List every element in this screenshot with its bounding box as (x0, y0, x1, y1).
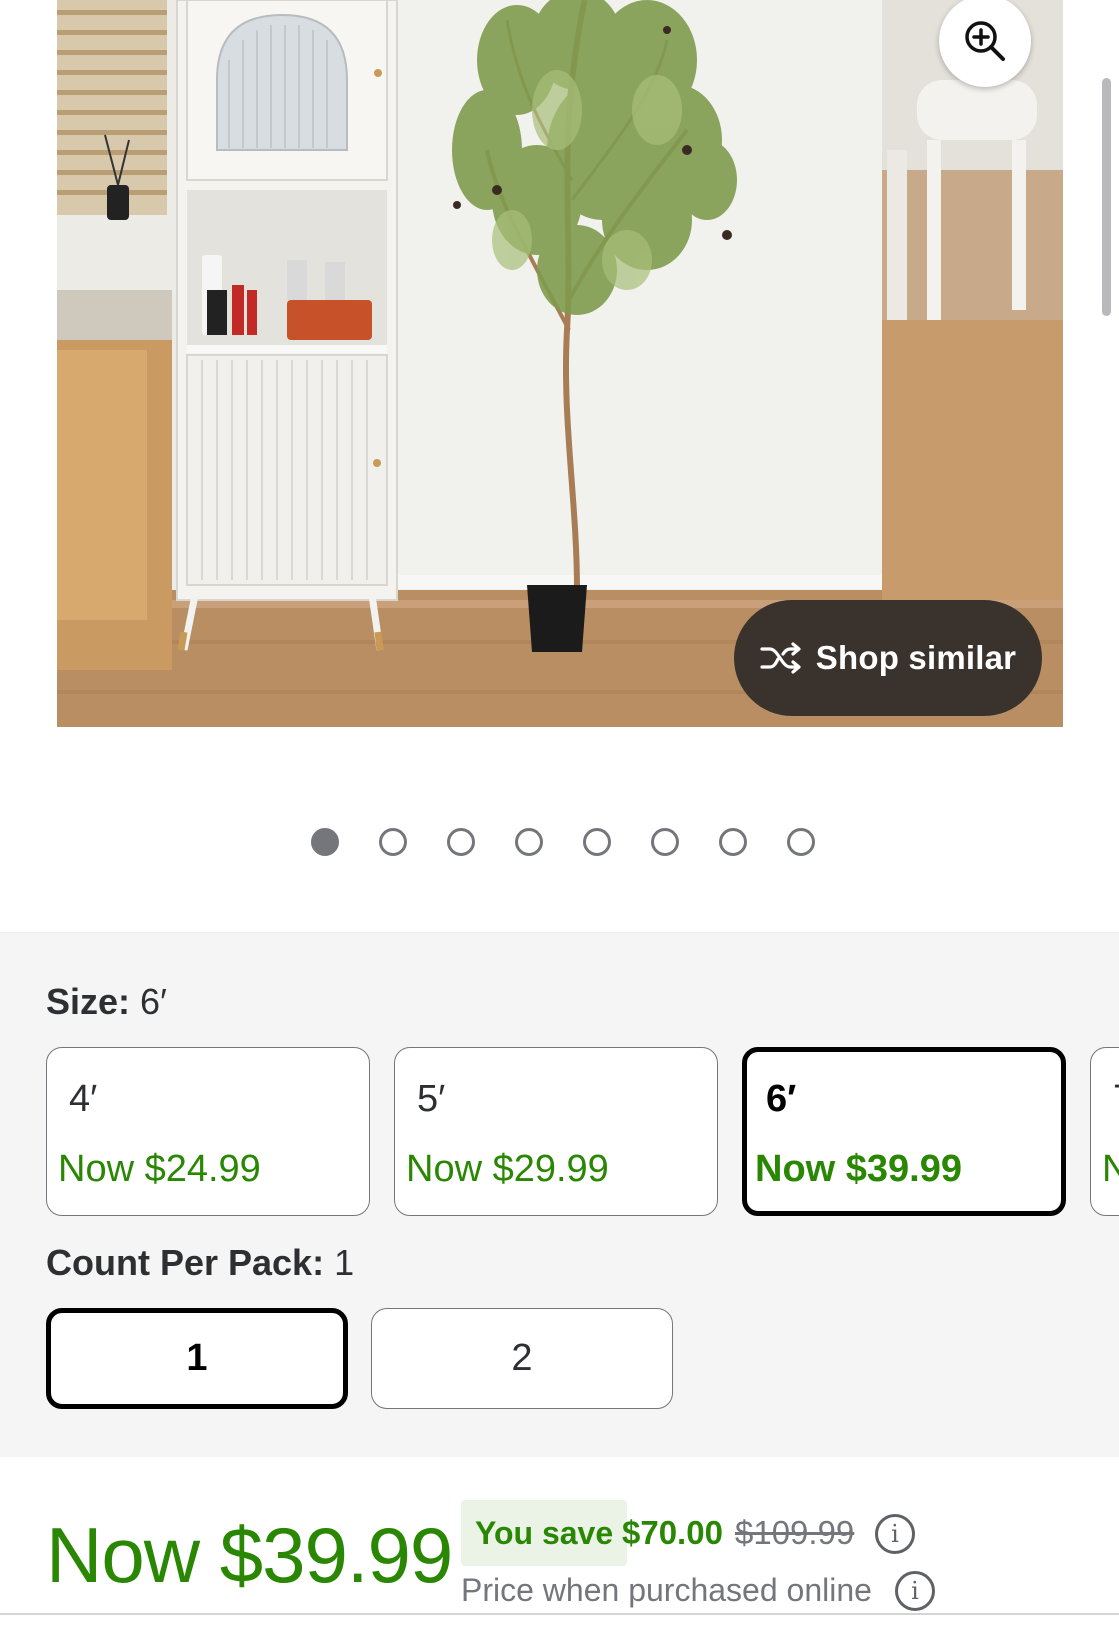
info-icon[interactable]: i (875, 1514, 915, 1554)
size-label: Size: (46, 981, 131, 1022)
size-option-7ft[interactable]: 7 N (1090, 1047, 1119, 1216)
count-per-pack-selected-value: 1 (334, 1242, 355, 1283)
image-carousel-dots (0, 828, 1119, 856)
size-option-size: 4′ (69, 1078, 98, 1120)
count-option-2[interactable]: 2 (371, 1308, 673, 1409)
zoom-in-icon (965, 21, 1005, 61)
carousel-dot-4[interactable] (515, 828, 543, 856)
size-option-size: 7 (1113, 1078, 1119, 1121)
count-option-1[interactable]: 1 (46, 1308, 348, 1409)
page-scrollbar[interactable] (1102, 78, 1111, 316)
carousel-dot-5[interactable] (583, 828, 611, 856)
shop-similar-label: Shop similar (815, 639, 1017, 676)
product-image[interactable]: Shop similar (57, 0, 1063, 727)
size-option-size: 5′ (417, 1078, 446, 1120)
carousel-dot-8[interactable] (787, 828, 815, 856)
save-amount: $70.00 (622, 1514, 723, 1551)
count-per-pack-heading: Count Per Pack: 1 (46, 1242, 354, 1284)
divider (0, 1613, 1119, 1615)
size-option-5ft[interactable]: 5′ Now $29.99 (394, 1047, 718, 1216)
shuffle-icon (760, 642, 801, 674)
was-price: $109.99 (735, 1514, 855, 1551)
size-option-4ft[interactable]: 4′ Now $24.99 (46, 1047, 370, 1216)
carousel-dot-2[interactable] (379, 828, 407, 856)
size-option-price: Now $39.99 (755, 1148, 962, 1190)
carousel-dot-1[interactable] (311, 828, 339, 856)
size-option-6ft[interactable]: 6′ Now $39.99 (742, 1047, 1066, 1216)
size-option-size: 6′ (766, 1078, 797, 1120)
variant-panel: Size: 6′ 4′ Now $24.99 5′ Now $29.99 6′ … (0, 932, 1119, 1457)
size-selected-value: 6′ (140, 981, 167, 1022)
online-price-note: Price when purchased online (461, 1572, 872, 1608)
shop-similar-button[interactable]: Shop similar (734, 600, 1042, 716)
count-per-pack-label: Count Per Pack: (46, 1242, 325, 1283)
size-option-price: Now $24.99 (58, 1148, 261, 1190)
size-option-price: Now $29.99 (406, 1148, 609, 1190)
info-icon[interactable]: i (895, 1571, 935, 1611)
carousel-dot-6[interactable] (651, 828, 679, 856)
current-price: Now $39.99 (46, 1511, 453, 1599)
you-save-badge: You save (461, 1500, 628, 1566)
size-option-price: N (1102, 1148, 1119, 1191)
size-heading: Size: 6′ (46, 981, 167, 1023)
carousel-dot-3[interactable] (447, 828, 475, 856)
carousel-dot-7[interactable] (719, 828, 747, 856)
